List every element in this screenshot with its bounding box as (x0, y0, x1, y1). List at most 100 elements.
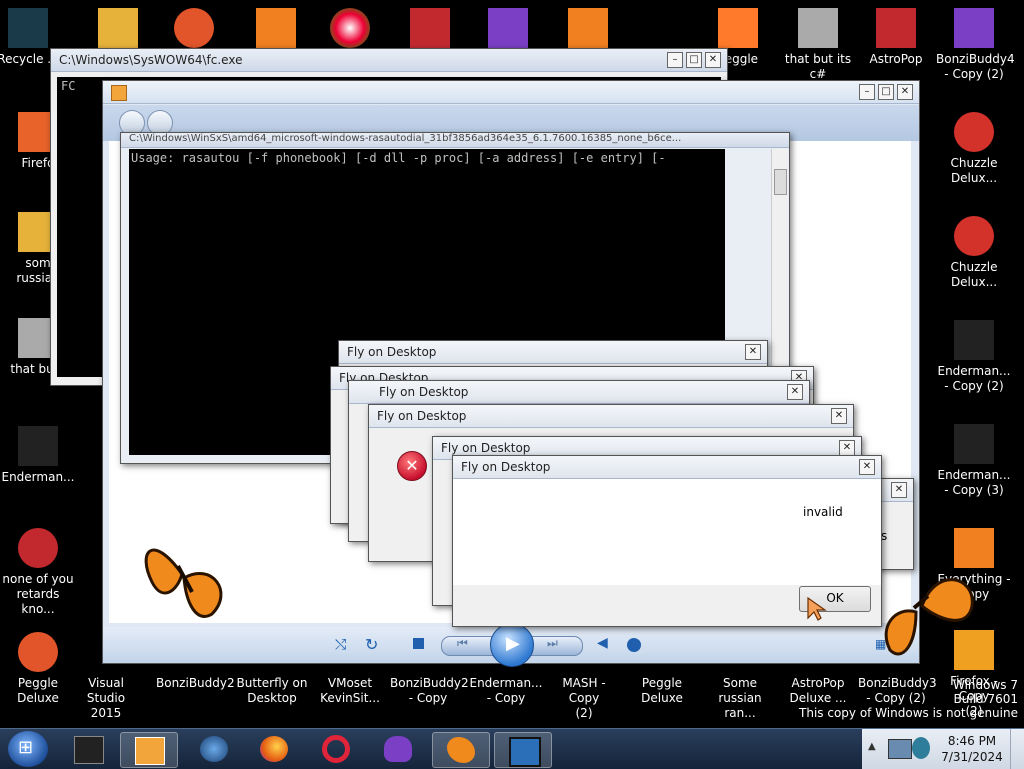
taskbar-ie[interactable] (186, 732, 242, 766)
windows-logo-icon: ⊞ (18, 737, 34, 758)
fly-title: Fly on Desktop (347, 345, 437, 359)
start-button[interactable]: ⊞ (8, 731, 48, 767)
tray-app-icon[interactable] (912, 737, 930, 759)
desktop-icon[interactable]: that but its c# (780, 8, 856, 82)
desktop-icon[interactable] (550, 8, 626, 52)
desktop-icon-label: that but its c# (784, 52, 852, 81)
rasautou-titlebar[interactable]: C:\Windows\WinSxS\amd64_microsoft-window… (121, 133, 789, 148)
maximize-button[interactable]: □ (686, 52, 702, 68)
windows-watermark: Windows 7 Build 7601 This copy of Window… (799, 678, 1018, 720)
show-hidden-icons-icon[interactable]: ▲ (868, 741, 876, 752)
close-button[interactable]: ✕ (705, 52, 721, 68)
fc-title: C:\Windows\SysWOW64\fc.exe (59, 53, 243, 67)
desktop-icon-label: Butterfly on Desktop (236, 676, 308, 705)
desktop-app-icon (98, 8, 138, 48)
desktop-icon[interactable]: Chuzzle Delux... (936, 112, 1012, 186)
desktop-icon[interactable] (312, 8, 388, 52)
repeat-icon[interactable]: ↻ (365, 635, 378, 654)
play-button[interactable]: ▶ (490, 623, 534, 667)
desktop-icon-label: BonziBuddy4 - Copy (2) (936, 52, 1015, 81)
desktop-app-icon (18, 426, 58, 466)
minimize-button[interactable]: – (859, 84, 875, 100)
desktop-icon[interactable]: Chuzzle Delux... (936, 216, 1012, 290)
desktop-app-icon (954, 216, 994, 256)
close-button[interactable]: ✕ (897, 84, 913, 100)
desktop-icon[interactable]: Peggle Deluxe (0, 632, 76, 706)
desktop-icon-label: Enderman... - Copy (469, 676, 543, 705)
taskbar-butterfly[interactable] (432, 732, 490, 768)
desktop-icon-label: Enderman... (1, 470, 75, 484)
maximize-button[interactable]: □ (878, 84, 894, 100)
ie-icon (200, 736, 228, 762)
desktop-icon-label: MASH - Copy (2) (562, 676, 606, 720)
close-button[interactable]: ✕ (787, 384, 803, 400)
clock[interactable]: 8:46 PM 7/31/2024 (940, 733, 1004, 765)
taskbar-phone[interactable] (494, 732, 552, 768)
desktop-icon-label: none of you retards kno... (2, 572, 74, 616)
desktop-app-icon (954, 320, 994, 360)
cmd-icon (74, 736, 104, 764)
fly-title: Fly on Desktop (377, 409, 467, 423)
desktop-app-icon (718, 8, 758, 48)
minimize-button[interactable]: – (667, 52, 683, 68)
desktop-app-icon (174, 8, 214, 48)
bonzi-icon (384, 736, 412, 762)
close-button[interactable]: ✕ (859, 459, 875, 475)
desktop-icon-label: Enderman... - Copy (3) (937, 468, 1011, 497)
desktop-app-icon (18, 632, 58, 672)
desktop-icon[interactable]: Enderman... - Copy (2) (936, 320, 1012, 394)
desktop-app-icon (954, 424, 994, 464)
previous-icon[interactable]: ⏮ (457, 636, 468, 651)
watermark-line2: Build 7601 (953, 692, 1018, 706)
taskbar: ⊞ ▲ 8:46 PM 7/31/2024 (0, 728, 1024, 769)
shuffle-icon[interactable]: ⤭ (335, 637, 346, 653)
phone-icon (509, 737, 541, 767)
firefox-icon (260, 736, 288, 762)
close-button[interactable]: ✕ (745, 344, 761, 360)
close-button[interactable]: ✕ (839, 440, 855, 456)
desktop-icon[interactable]: BonziBuddy4 - Copy (2) (936, 8, 1015, 82)
close-button[interactable]: ✕ (891, 482, 907, 498)
close-button[interactable]: ✕ (831, 408, 847, 424)
rasautou-title: C:\Windows\WinSxS\amd64_microsoft-window… (129, 133, 682, 144)
watermark-line1: Windows 7 (952, 678, 1018, 692)
desktop-icon[interactable] (392, 8, 468, 52)
desktop-icon[interactable] (238, 8, 314, 52)
scroll-thumb[interactable] (774, 169, 787, 195)
opera-icon (322, 735, 350, 763)
taskbar-bonzi[interactable] (370, 732, 426, 766)
play-icon: ▶ (506, 633, 520, 654)
fly-message: invalid (803, 505, 843, 519)
desktop-icon-label: Fi (1010, 52, 1024, 67)
stop-icon[interactable] (413, 638, 424, 649)
desktop-icon[interactable]: Enderman... (0, 426, 76, 485)
desktop-app-icon (798, 8, 838, 48)
desktop-icon[interactable]: none of you retards kno... (0, 528, 76, 617)
show-desktop-button[interactable] (1010, 729, 1023, 769)
butterfly-icon[interactable] (876, 566, 980, 662)
taskbar-opera[interactable] (308, 732, 364, 766)
taskbar-cmd[interactable] (60, 732, 116, 766)
desktop-icon[interactable]: Fi (1010, 8, 1024, 67)
fc-titlebar[interactable]: C:\Windows\SysWOW64\fc.exe – □ ✕ (51, 49, 727, 72)
mute-icon[interactable]: ◀ (597, 635, 608, 651)
volume-knob[interactable] (627, 638, 641, 652)
desktop-icon[interactable]: AstroPop (858, 8, 934, 67)
desktop-icon-label: AstroPop (869, 52, 923, 66)
media-player-icon (135, 737, 165, 765)
taskbar-media-player[interactable] (120, 732, 178, 768)
desktop-icon[interactable] (80, 8, 156, 52)
next-icon[interactable]: ⏭ (547, 636, 558, 651)
desktop-app-icon (8, 8, 48, 48)
desktop-app-icon (954, 528, 994, 568)
desktop-icon[interactable] (470, 8, 546, 52)
network-icon[interactable] (888, 739, 912, 759)
desktop-icon-label: Chuzzle Delux... (950, 260, 998, 289)
desktop-icon[interactable] (156, 8, 232, 52)
rasautou-usage: Usage: rasautou [-f phonebook] [-d dll -… (131, 151, 666, 165)
error-icon: ✕ (397, 451, 427, 481)
butterfly-icon[interactable] (132, 522, 236, 626)
taskbar-firefox[interactable] (246, 732, 302, 766)
media-player-titlebar[interactable]: – □ ✕ (103, 81, 919, 104)
desktop-icon[interactable]: Enderman... - Copy (3) (936, 424, 1012, 498)
